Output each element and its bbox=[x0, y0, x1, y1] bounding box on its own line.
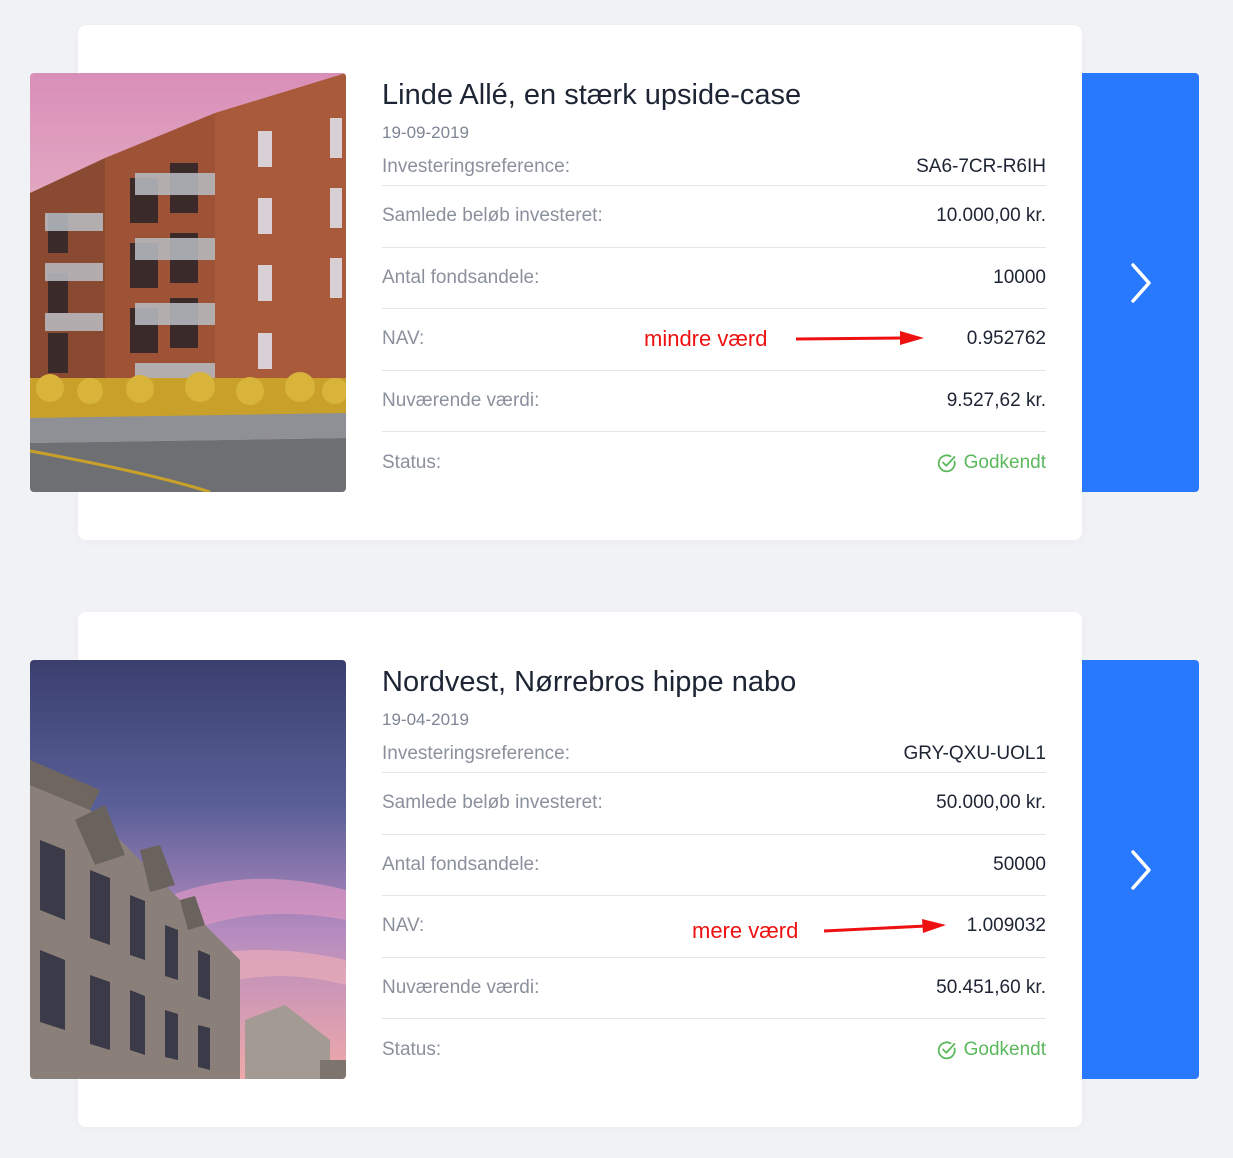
check-circle-icon bbox=[937, 454, 956, 472]
row-label: Nuværende værdi: bbox=[382, 389, 540, 411]
property-photo bbox=[30, 660, 346, 1079]
row-label: Status: bbox=[382, 1038, 442, 1060]
annotation-arrow-icon bbox=[795, 331, 924, 345]
building-sunset-image bbox=[30, 660, 346, 1079]
current-value: 9.527,62 kr. bbox=[946, 389, 1046, 411]
investment-title: Nordvest, Nørrebros hippe nabo bbox=[382, 666, 797, 698]
row-status: Status: Godkendt bbox=[382, 432, 1046, 494]
row-label: Samlede beløb investeret: bbox=[382, 205, 603, 227]
row-nav: NAV: mere værd 1.009032 bbox=[382, 896, 1046, 958]
row-label: Investeringsreference: bbox=[382, 155, 570, 177]
row-label: Samlede beløb investeret: bbox=[382, 792, 603, 814]
row-shares: Antal fondsandele: 10000 bbox=[382, 248, 1046, 309]
reference-value: GRY-QXU-UOL1 bbox=[903, 742, 1046, 764]
investment-card: Nordvest, Nørrebros hippe nabo 19-04-201… bbox=[30, 612, 1199, 1127]
row-nav: NAV: mindre værd 0.952762 bbox=[382, 309, 1046, 371]
brick-building-image bbox=[30, 73, 346, 492]
row-current-value: Nuværende værdi: 50.451,60 kr. bbox=[382, 958, 1046, 1019]
investment-title: Linde Allé, en stærk upside-case bbox=[382, 79, 802, 111]
property-photo bbox=[30, 73, 346, 492]
annotation-text: mere værd bbox=[692, 918, 799, 943]
status-badge: Godkendt bbox=[936, 1039, 1046, 1061]
status-text: Godkendt bbox=[963, 1038, 1046, 1060]
open-investment-button[interactable] bbox=[1082, 660, 1199, 1079]
check-circle-icon bbox=[937, 1041, 956, 1059]
row-label: NAV: bbox=[382, 328, 425, 350]
row-shares: Antal fondsandele: 50000 bbox=[382, 835, 1046, 896]
row-label: Antal fondsandele: bbox=[382, 266, 540, 288]
nav-value: 0.952762 bbox=[966, 328, 1046, 350]
row-label: Nuværende værdi: bbox=[382, 976, 540, 998]
investment-date: 19-09-2019 bbox=[382, 123, 469, 142]
row-current-value: Nuværende værdi: 9.527,62 kr. bbox=[382, 371, 1046, 432]
row-label: Status: bbox=[382, 451, 442, 473]
investment-date: 19-04-2019 bbox=[382, 710, 469, 729]
total-invested-value: 10.000,00 kr. bbox=[936, 205, 1046, 227]
status-text: Godkendt bbox=[963, 451, 1046, 473]
status-badge: Godkendt bbox=[936, 452, 1046, 474]
row-reference: Investeringsreference: GRY-QXU-UOL1 bbox=[382, 735, 1046, 773]
chevron-right-icon bbox=[1130, 262, 1151, 303]
shares-value: 50000 bbox=[993, 853, 1046, 875]
annotation-arrow-icon bbox=[823, 919, 946, 933]
open-investment-button[interactable] bbox=[1082, 73, 1199, 492]
reference-value: SA6-7CR-R6IH bbox=[916, 155, 1046, 177]
current-value: 50.451,60 kr. bbox=[936, 976, 1046, 998]
row-total-invested: Samlede beløb investeret: 50.000,00 kr. bbox=[382, 773, 1046, 835]
total-invested-value: 50.000,00 kr. bbox=[936, 792, 1046, 814]
row-reference: Investeringsreference: SA6-7CR-R6IH bbox=[382, 148, 1046, 186]
investment-card: Linde Allé, en stærk upside-case 19-09-2… bbox=[30, 25, 1199, 540]
chevron-right-icon bbox=[1130, 849, 1151, 890]
row-label: Investeringsreference: bbox=[382, 742, 570, 764]
row-total-invested: Samlede beløb investeret: 10.000,00 kr. bbox=[382, 186, 1046, 248]
row-label: Antal fondsandele: bbox=[382, 853, 540, 875]
row-status: Status: Godkendt bbox=[382, 1019, 1046, 1081]
shares-value: 10000 bbox=[993, 266, 1046, 288]
row-label: NAV: bbox=[382, 915, 425, 937]
annotation-text: mindre værd bbox=[644, 326, 768, 351]
nav-value: 1.009032 bbox=[966, 915, 1046, 937]
